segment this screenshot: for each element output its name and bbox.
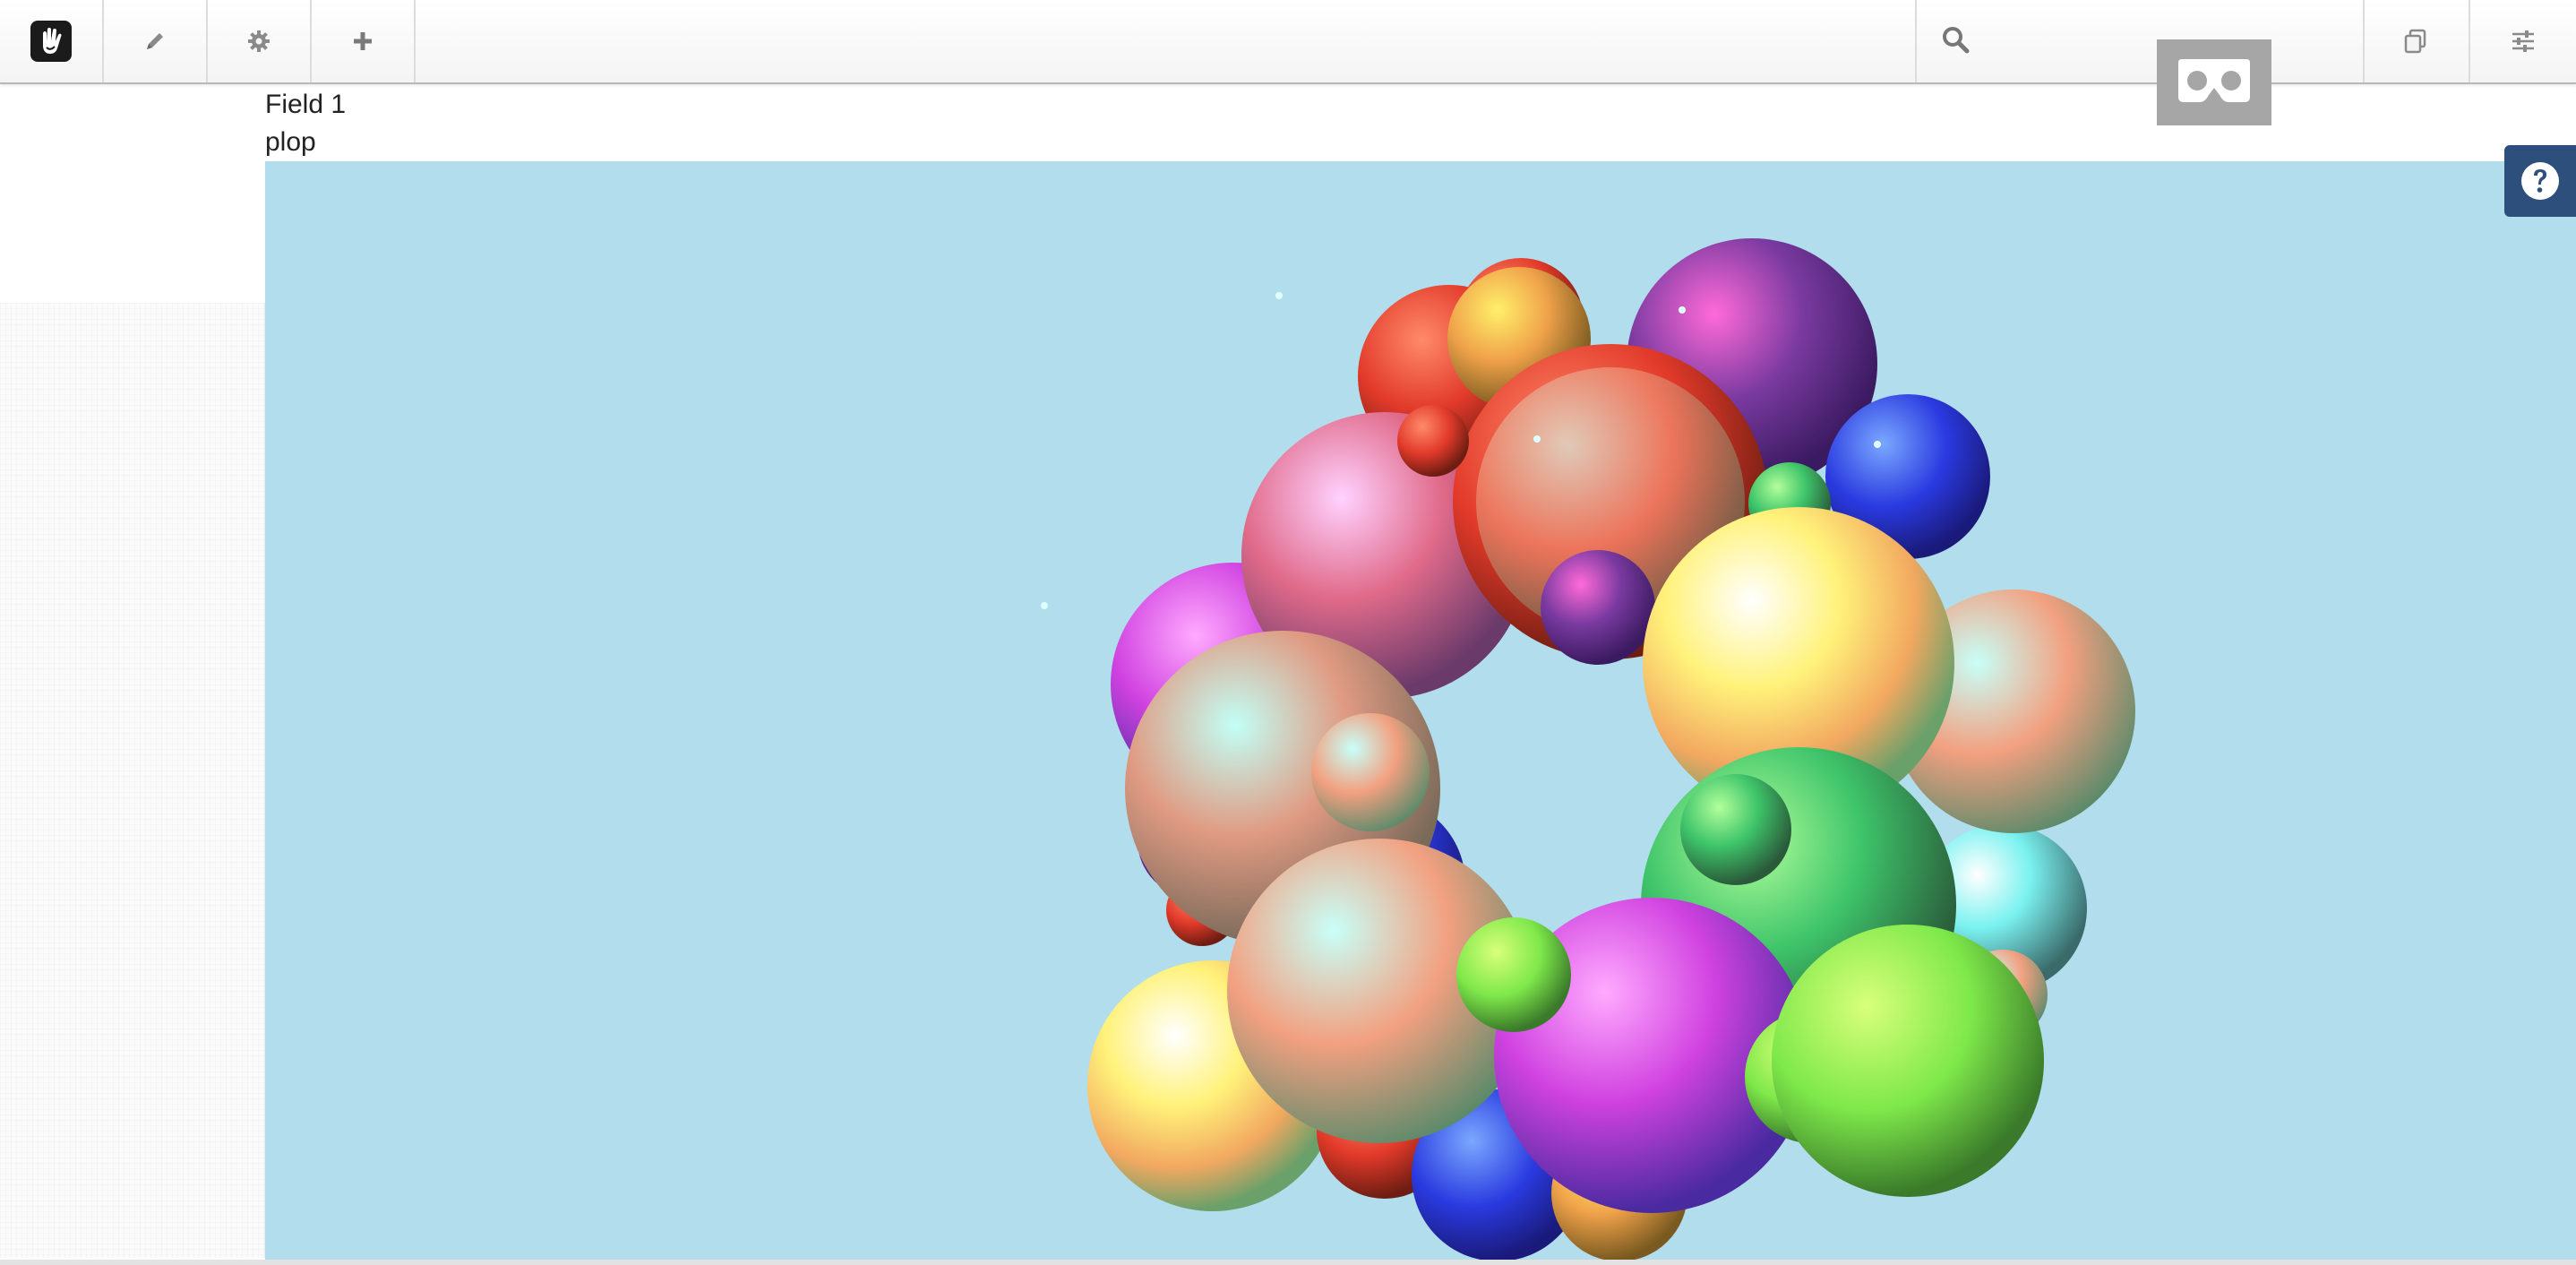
add-button[interactable]: [312, 0, 416, 82]
search-icon[interactable]: [1940, 24, 1971, 59]
panel-button[interactable]: [2469, 0, 2576, 82]
sphere-cluster-render: [1041, 238, 2135, 1260]
pages-button[interactable]: [2363, 0, 2467, 82]
plus-icon: [354, 32, 372, 50]
3d-scene-canvas[interactable]: [265, 161, 2576, 1260]
question-circle-icon: [2521, 162, 2559, 200]
bottom-scroll-bar: [0, 1260, 2576, 1265]
settings-button[interactable]: [208, 0, 312, 82]
field-value: plop: [265, 127, 316, 157]
hand-logo-icon: [30, 21, 72, 62]
help-button[interactable]: [2504, 145, 2576, 217]
field-label: Field 1: [265, 90, 347, 119]
logo-button[interactable]: [0, 0, 104, 82]
pages-icon: [2404, 29, 2426, 54]
edit-button[interactable]: [104, 0, 208, 82]
pencil-icon: [147, 33, 163, 49]
sliders-icon: [2512, 30, 2534, 52]
gear-icon: [248, 30, 270, 52]
vr-mode-button[interactable]: [2157, 39, 2271, 125]
search-area: [1915, 0, 2363, 82]
left-sidebar-pattern: [0, 303, 265, 1258]
vr-headset-icon: [2178, 59, 2250, 102]
